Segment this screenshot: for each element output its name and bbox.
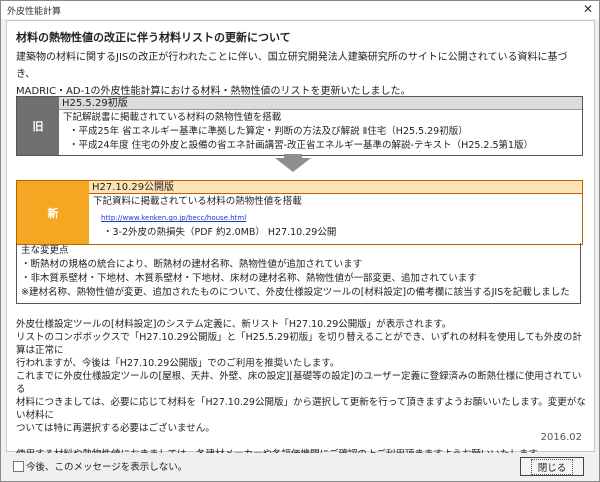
new-version-box: 新 H27.10.29公開版 下記資料に掲載されている材料の熱物性値を搭載 ht… <box>16 180 583 245</box>
changes-box: 主な変更点 ・断熱材の規格の統合により、断熱材の建材名称、熱物性値が追加されてい… <box>16 243 581 304</box>
footer-bar: 今後、このメッセージを表示しない。 閉じる <box>1 453 599 481</box>
new-line: ・3-2外皮の熱損失（PDF 約2.0MB） H27.10.29公開 <box>103 227 337 238</box>
change-note: ※建材名称、熱物性値が変更、追加されたものについて、外皮仕様設定ツールの[材料設… <box>21 287 570 298</box>
window-title: 外皮性能計算 <box>7 7 62 17</box>
body-line: 外皮仕様設定ツールの[材料設定]のシステム定義に、新リスト「H27.10.29公… <box>16 319 452 330</box>
old-line: 下記解説書に掲載されている材料の熱物性値を搭載 <box>63 112 282 123</box>
close-button-label: 閉じる <box>530 458 574 475</box>
intro-text: 建築物の材料に関するJISの改正が行われたことに伴い、国立研究開発法人建築研究所… <box>16 49 586 100</box>
body-line: 行われますが、今後は「H27.10.29公開版」でのご利用を推奨いたします。 <box>16 358 340 369</box>
title-bar: 外皮性能計算 ✕ <box>1 1 599 19</box>
intro-line: 建築物の材料に関するJISの改正が行われたことに伴い、国立研究開発法人建築研究所… <box>16 52 568 80</box>
body-text: 外皮仕様設定ツールの[材料設定]のシステム定義に、新リスト「H27.10.29公… <box>16 318 588 461</box>
close-icon[interactable]: ✕ <box>583 2 593 16</box>
dont-show-checkbox[interactable] <box>13 461 24 472</box>
content-panel: 材料の熱物性値の改正に伴う材料リストの更新について 建築物の材料に関するJISの… <box>6 20 595 460</box>
old-line: ・平成24年度 住宅の外皮と設備の省エネ計画講習-改正省エネルギー基準の解説-テ… <box>69 140 534 151</box>
old-line: ・平成25年 省エネルギー基準に準拠した算定・判断の方法及び解説 Ⅱ住宅（H25… <box>69 126 468 137</box>
changes-title: 主な変更点 <box>21 245 69 256</box>
old-version-title: H25.5.29初版 <box>59 97 582 110</box>
dialog-window: 外皮性能計算 ✕ 材料の熱物性値の改正に伴う材料リストの更新について 建築物の材… <box>0 0 600 482</box>
new-line: 下記資料に掲載されている材料の熱物性値を搭載 <box>93 196 302 207</box>
down-arrow-icon <box>275 158 311 172</box>
dont-show-label[interactable]: 今後、このメッセージを表示しない。 <box>26 459 187 473</box>
body-line <box>16 435 588 448</box>
close-button[interactable]: 閉じる <box>520 457 584 476</box>
new-label: 新 <box>17 181 89 244</box>
change-item: ・非木質系壁材・下地材、木質系壁材・下地材、床材の建材名称、熱物性値が一部変更、… <box>21 273 477 284</box>
notice-heading: 材料の熱物性値の改正に伴う材料リストの更新について <box>16 31 291 44</box>
change-item: ・断熱材の規格の統合により、断熱材の建材名称、熱物性値が追加されています <box>21 259 363 270</box>
new-link-row: http://www.kenken.go.jp/becc/house.html <box>101 211 246 225</box>
date-label: 2016.02 <box>540 432 582 443</box>
old-label: 旧 <box>17 97 59 155</box>
old-version-box: 旧 H25.5.29初版 下記解説書に掲載されている材料の熱物性値を搭載 ・平成… <box>16 96 583 156</box>
body-line: これまでに外皮仕様設定ツールの[屋根、天井、外壁、床の設定][基礎等の設定]のユ… <box>16 371 582 395</box>
body-line: リストのコンボボックスで「H27.10.29公開版」と「H25.5.29初版」を… <box>16 332 582 356</box>
kenken-link[interactable]: http://www.kenken.go.jp/becc/house.html <box>101 214 246 222</box>
body-line: ついては特に再選択する必要はございません。 <box>16 423 215 434</box>
new-version-title: H27.10.29公開版 <box>89 181 582 194</box>
body-line: 材料につきましては、必要に応じて材料を「H27.10.29公開版」から選択して更… <box>16 397 586 421</box>
